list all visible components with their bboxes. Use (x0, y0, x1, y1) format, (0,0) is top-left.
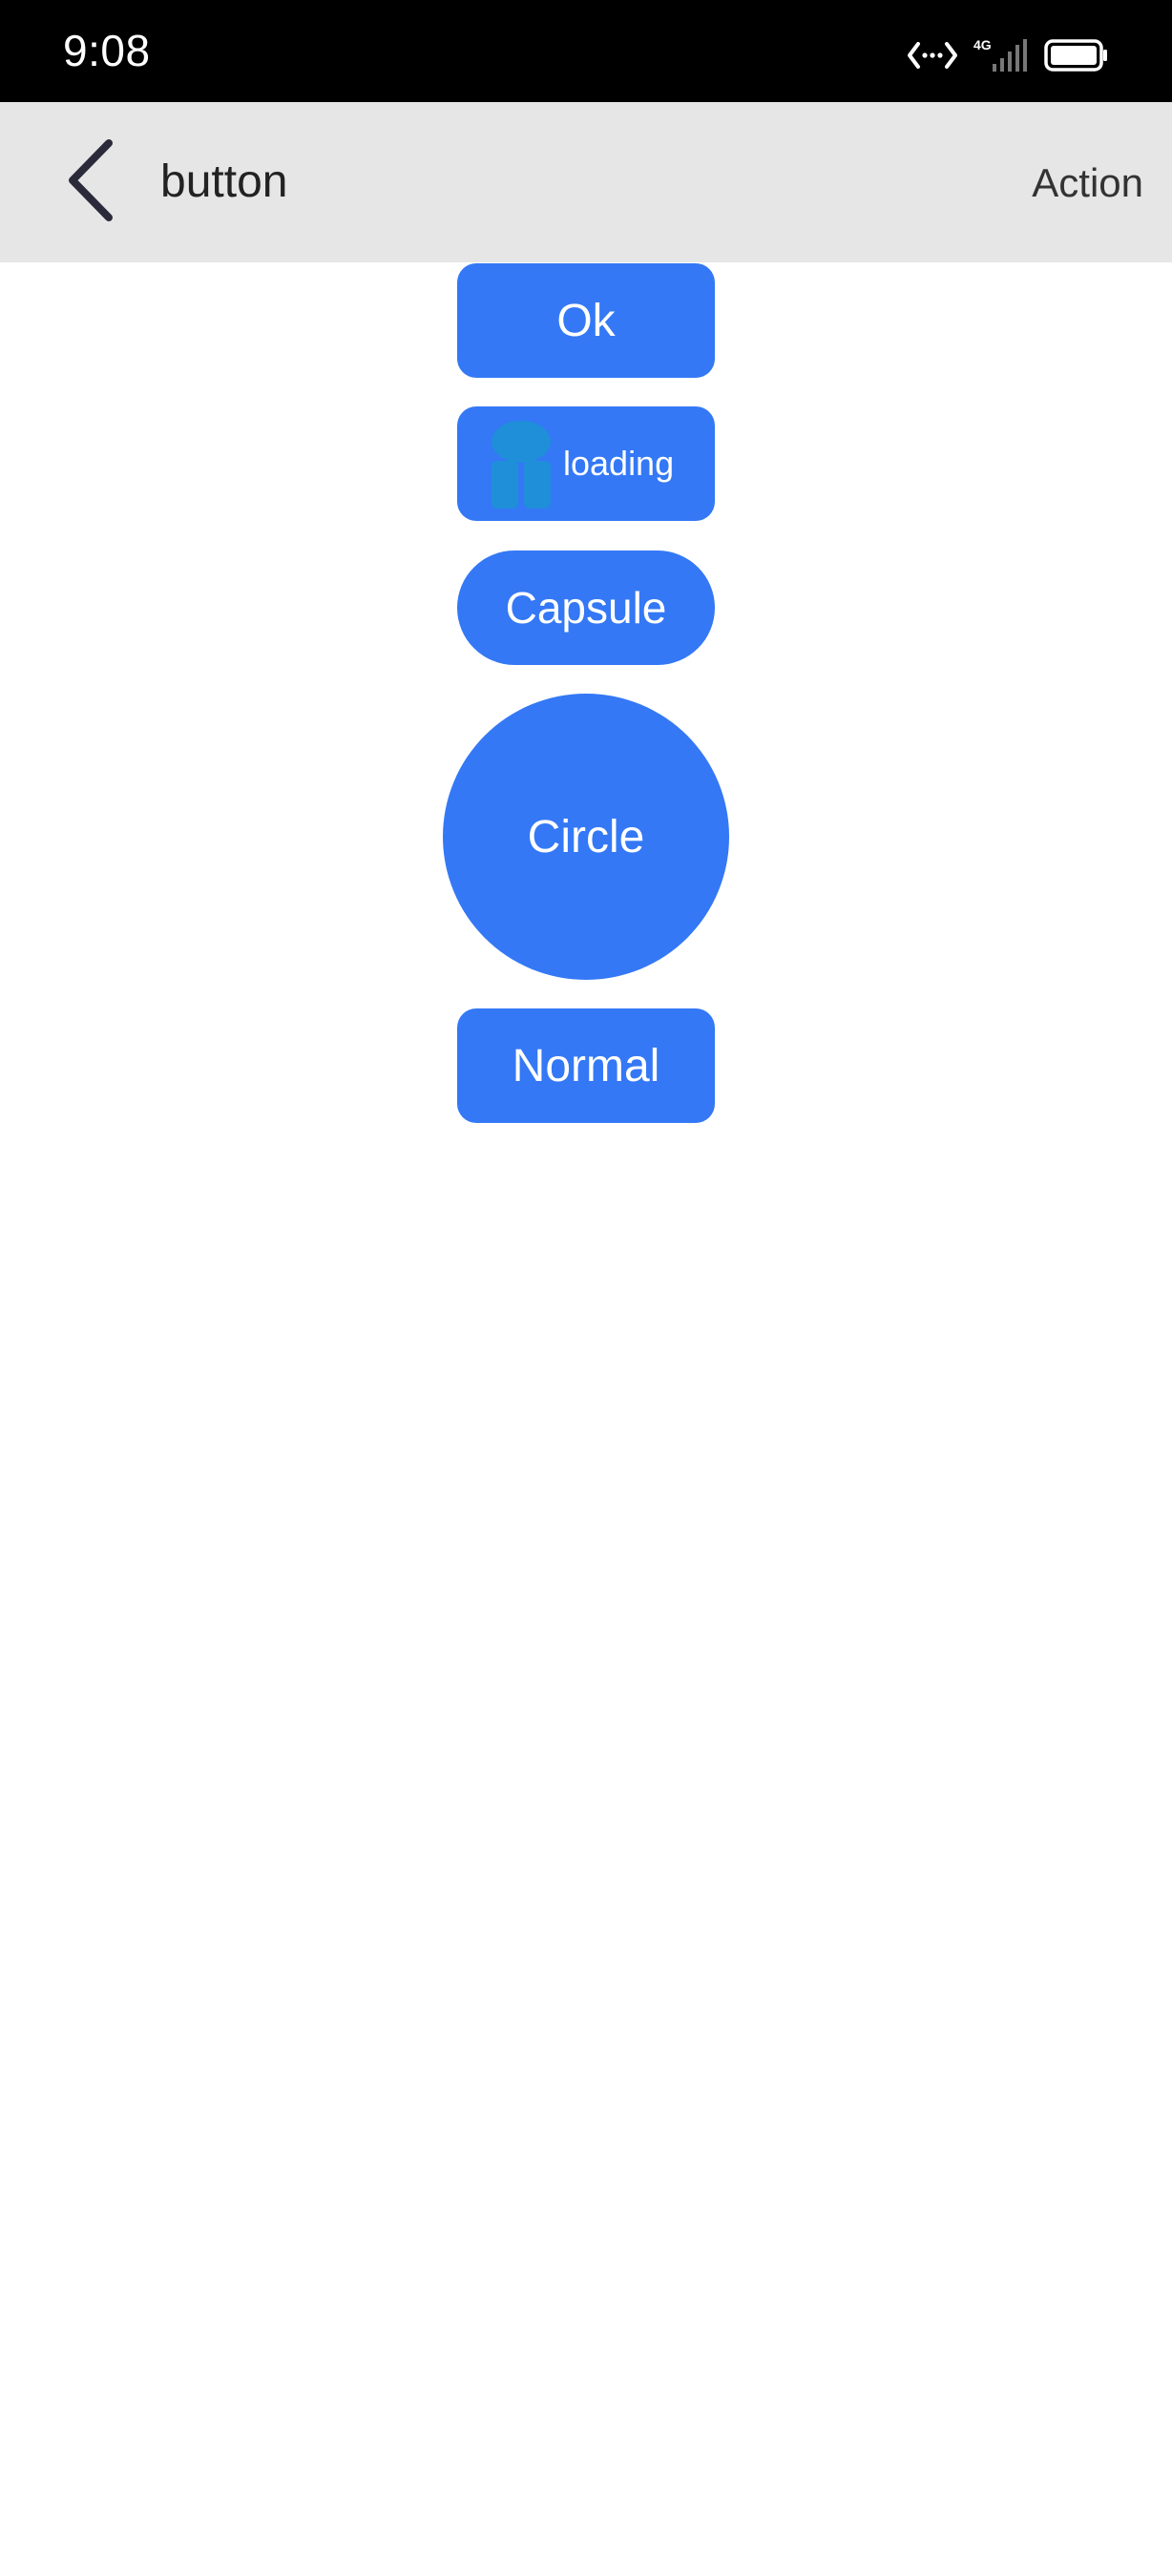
status-time: 9:08 (63, 26, 151, 75)
ok-button[interactable]: Ok (457, 263, 715, 378)
data-transfer-icon (907, 41, 958, 70)
normal-button[interactable]: Normal (457, 1008, 715, 1123)
back-button[interactable] (44, 135, 139, 230)
ok-button-label: Ok (556, 295, 616, 346)
normal-button-label: Normal (512, 1040, 660, 1091)
loading-spinner-icon (488, 419, 555, 510)
svg-text:4G: 4G (973, 37, 992, 52)
status-bar: 9:08 4G (0, 0, 1172, 102)
signal-4g-icon: 4G (973, 37, 1029, 73)
battery-icon (1044, 39, 1109, 72)
page-title: button (160, 156, 288, 207)
capsule-button-label: Capsule (505, 583, 667, 633)
loading-button-label: loading (563, 444, 675, 483)
app-bar: button Action (0, 102, 1172, 262)
circle-button[interactable]: Circle (443, 694, 729, 980)
status-icons: 4G (907, 37, 1109, 73)
loading-button[interactable]: loading (457, 406, 715, 521)
circle-button-label: Circle (527, 811, 645, 862)
chevron-left-icon (63, 137, 120, 228)
capsule-button[interactable]: Capsule (457, 551, 715, 665)
action-button[interactable]: Action (1032, 160, 1143, 205)
